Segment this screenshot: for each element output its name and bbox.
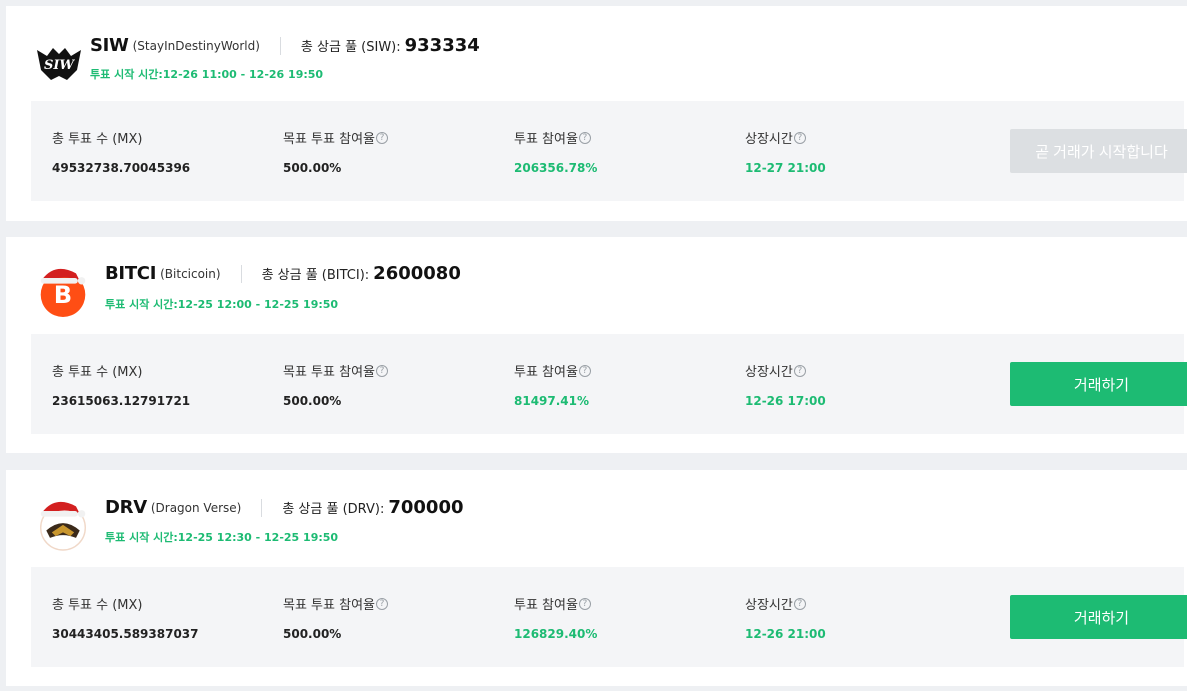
stat-value: 12-26 21:00 <box>745 627 826 641</box>
prize-pool-value: 2600080 <box>373 263 461 284</box>
stat-target-rate: 목표 투표 참여율? 500.00% <box>283 594 388 641</box>
stat-label: 투표 참여율 <box>514 598 578 613</box>
title-row: DRV (Dragon Verse) 총 상금 풀 (DRV): 700000 <box>105 497 464 518</box>
stat-listing-time: 상장시간? 12-26 17:00 <box>745 361 826 408</box>
help-icon[interactable]: ? <box>376 131 388 144</box>
stat-label: 상장시간 <box>745 132 793 147</box>
prize-pool-label: 총 상금 풀 (BITCI): <box>261 268 370 283</box>
card-header: SIW SIW (StayInDestinyWorld) 총 상금 풀 (SIW… <box>6 6 1187 101</box>
help-icon[interactable]: ? <box>376 597 388 610</box>
siw-logo-icon: SIW <box>33 36 85 88</box>
token-symbol: SIW <box>90 35 129 56</box>
stat-total-votes: 총 투표 수 (MX) 49532738.70045396 <box>52 128 190 175</box>
stat-target-rate: 목표 투표 참여율? 500.00% <box>283 128 388 175</box>
stat-label: 총 투표 수 (MX) <box>52 365 143 380</box>
coming-soon-button[interactable]: 곧 거래가 시작합니다 <box>1010 129 1187 173</box>
stat-label: 상장시간 <box>745 598 793 613</box>
card-header: DRV (Dragon Verse) 총 상금 풀 (DRV): 700000 … <box>6 470 1187 565</box>
help-icon[interactable]: ? <box>376 364 388 377</box>
vote-time: 투표 시작 시간:12-25 12:30 - 12-25 19:50 <box>105 531 339 544</box>
project-card-siw: SIW SIW (StayInDestinyWorld) 총 상금 풀 (SIW… <box>6 6 1187 221</box>
stats-panel: 총 투표 수 (MX) 30443405.589387037 목표 투표 참여율… <box>31 567 1187 667</box>
stat-label: 목표 투표 참여율 <box>283 132 375 147</box>
stat-value: 81497.41% <box>514 394 590 408</box>
help-icon[interactable]: ? <box>793 364 806 377</box>
stat-value: 126829.40% <box>514 627 598 641</box>
stat-value: 30443405.589387037 <box>52 627 199 641</box>
svg-text:B: B <box>54 281 72 309</box>
stat-label: 투표 참여율 <box>514 365 578 380</box>
stat-value: 206356.78% <box>514 161 598 175</box>
prize-pool-value: 700000 <box>388 497 464 518</box>
help-icon[interactable]: ? <box>578 131 591 144</box>
token-name: (Dragon Verse) <box>150 500 242 515</box>
help-icon[interactable]: ? <box>578 597 591 610</box>
help-icon[interactable]: ? <box>793 597 806 610</box>
stat-value: 12-27 21:00 <box>745 161 826 175</box>
token-symbol: BITCI <box>105 263 157 284</box>
prize-pool-label: 총 상금 풀 (DRV): <box>282 502 385 517</box>
stat-label: 목표 투표 참여율 <box>283 365 375 380</box>
svg-text:SIW: SIW <box>44 58 75 73</box>
stat-value: 500.00% <box>283 627 342 641</box>
bitci-logo-icon: B <box>37 265 89 317</box>
stats-panel: 총 투표 수 (MX) 49532738.70045396 목표 투표 참여율?… <box>31 101 1187 201</box>
stat-total-votes: 총 투표 수 (MX) 23615063.12791721 <box>52 361 190 408</box>
stat-label: 목표 투표 참여율 <box>283 598 375 613</box>
divider <box>261 498 263 517</box>
stat-vote-rate: 투표 참여율? 206356.78% <box>514 128 597 175</box>
stat-label: 총 투표 수 (MX) <box>52 132 143 147</box>
stat-value: 12-26 17:00 <box>745 394 826 408</box>
stat-vote-rate: 투표 참여율? 126829.40% <box>514 594 597 641</box>
stat-listing-time: 상장시간? 12-26 21:00 <box>745 594 826 641</box>
card-header: B BITCI (Bitcicoin) 총 상금 풀 (BITCI): 2600… <box>6 237 1187 332</box>
help-icon[interactable]: ? <box>793 131 806 144</box>
prize-pool-label: 총 상금 풀 (SIW): <box>300 40 401 55</box>
drv-logo-icon <box>37 498 89 551</box>
token-symbol: DRV <box>105 497 147 518</box>
prize-pool-value: 933334 <box>404 35 480 56</box>
stat-vote-rate: 투표 참여율? 81497.41% <box>514 361 591 408</box>
title-row: BITCI (Bitcicoin) 총 상금 풀 (BITCI): 260008… <box>105 263 461 284</box>
stat-value: 500.00% <box>283 161 342 175</box>
stat-label: 총 투표 수 (MX) <box>52 598 143 613</box>
trade-button[interactable]: 거래하기 <box>1010 595 1187 639</box>
title-row: SIW (StayInDestinyWorld) 총 상금 풀 (SIW): 9… <box>90 35 480 56</box>
divider <box>279 36 281 55</box>
token-name: (Bitcicoin) <box>160 266 221 281</box>
stats-panel: 총 투표 수 (MX) 23615063.12791721 목표 투표 참여율?… <box>31 334 1187 434</box>
stat-value: 23615063.12791721 <box>52 394 191 408</box>
vote-time: 투표 시작 시간:12-26 11:00 - 12-26 19:50 <box>90 68 324 81</box>
token-name: (StayInDestinyWorld) <box>132 38 260 53</box>
project-card-bitci: B BITCI (Bitcicoin) 총 상금 풀 (BITCI): 2600… <box>6 237 1187 453</box>
stat-label: 투표 참여율 <box>514 132 578 147</box>
stat-value: 49532738.70045396 <box>52 161 191 175</box>
help-icon[interactable]: ? <box>578 364 591 377</box>
project-card-drv: DRV (Dragon Verse) 총 상금 풀 (DRV): 700000 … <box>6 470 1187 686</box>
stat-target-rate: 목표 투표 참여율? 500.00% <box>283 361 388 408</box>
stat-total-votes: 총 투표 수 (MX) 30443405.589387037 <box>52 594 199 641</box>
trade-button[interactable]: 거래하기 <box>1010 362 1187 406</box>
stat-listing-time: 상장시간? 12-27 21:00 <box>745 128 826 175</box>
stat-value: 500.00% <box>283 394 342 408</box>
divider <box>240 264 242 283</box>
stat-label: 상장시간 <box>745 365 793 380</box>
vote-time: 투표 시작 시간:12-25 12:00 - 12-25 19:50 <box>105 298 339 311</box>
